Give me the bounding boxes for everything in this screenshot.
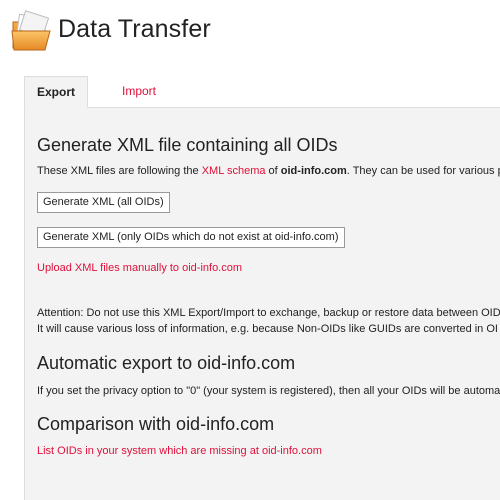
list-missing-oids-link[interactable]: List OIDs in your system which are missi…	[37, 445, 322, 457]
attention-line-1: Attention: Do not use this XML Export/Im…	[37, 307, 500, 319]
auto-export-text: If you set the privacy option to "0" (yo…	[37, 385, 500, 397]
export-description: These XML files are following the XML sc…	[37, 165, 500, 177]
tab-import[interactable]: Import	[110, 76, 168, 106]
desc-suffix: . They can be used for various p	[346, 165, 500, 177]
header: Data Transfer	[0, 0, 500, 62]
generate-xml-missing-button[interactable]: Generate XML (only OIDs which do not exi…	[37, 227, 345, 248]
auto-export-heading: Automatic export to oid-info.com	[37, 353, 296, 373]
generate-xml-all-button[interactable]: Generate XML (all OIDs)	[37, 192, 170, 213]
xml-schema-link[interactable]: XML schema	[202, 165, 266, 177]
export-panel: Generate XML file containing all OIDs Th…	[24, 108, 500, 500]
tab-bar: Export Import	[24, 76, 500, 108]
desc-site: oid-info.com	[280, 165, 347, 177]
folder-icon	[11, 10, 51, 51]
comparison-heading: Comparison with oid-info.com	[37, 414, 275, 434]
desc-prefix: These XML files are following the	[37, 165, 202, 177]
app-title: Data Transfer	[58, 15, 211, 43]
desc-mid: of	[265, 165, 281, 177]
upload-xml-link[interactable]: Upload XML files manually to oid-info.co…	[37, 262, 242, 274]
attention-line-2: It will cause various loss of informatio…	[37, 323, 498, 335]
tab-export[interactable]: Export	[24, 76, 89, 108]
export-heading: Generate XML file containing all OIDs	[37, 135, 338, 155]
